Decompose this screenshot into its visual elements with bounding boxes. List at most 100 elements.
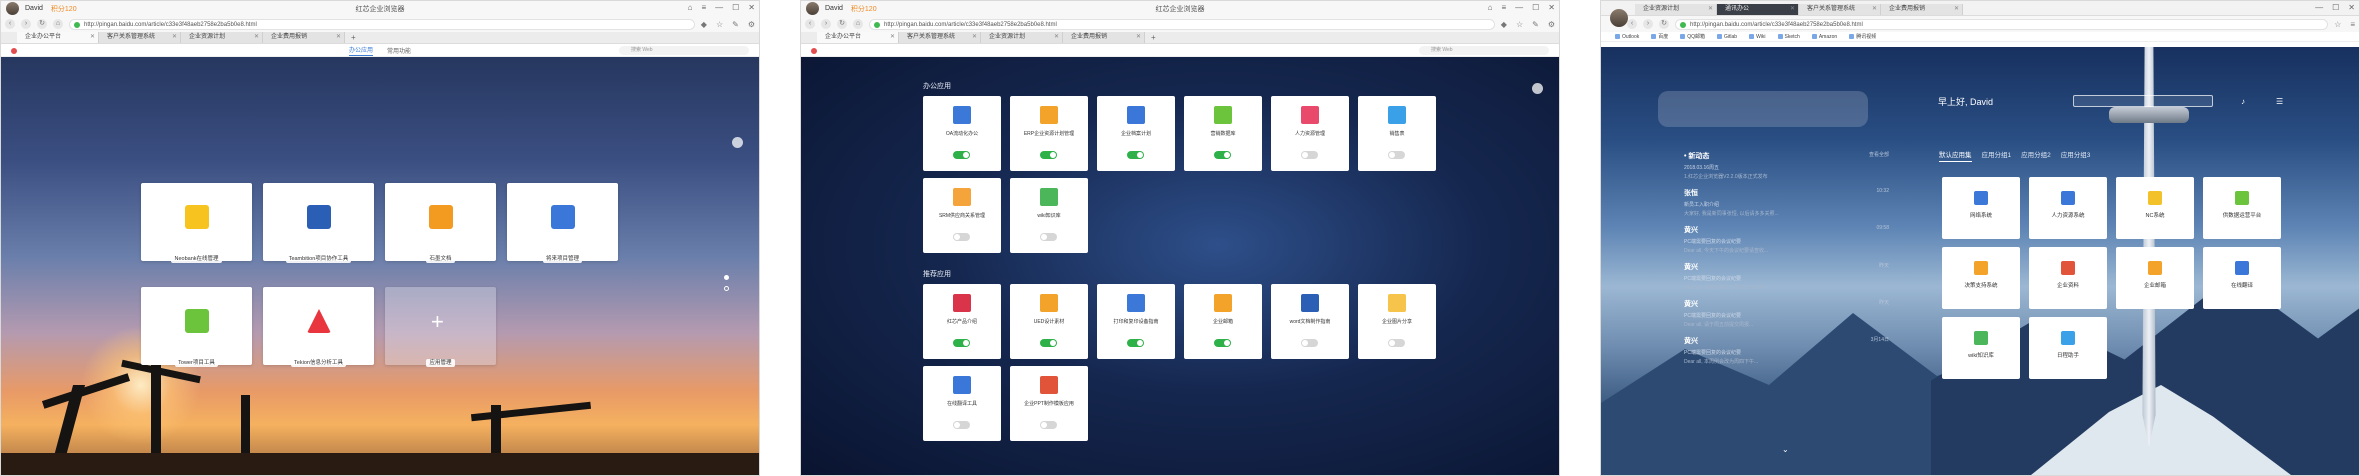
tab-4[interactable]: 企业费用报销 ✕ <box>263 32 345 43</box>
app-card[interactable]: 人力资源管理 <box>1271 96 1349 171</box>
extension-icon[interactable]: ◆ <box>1501 20 1507 29</box>
app-card[interactable]: word文档制作指南 <box>1271 284 1349 359</box>
close-icon[interactable]: ✕ <box>1054 32 1059 43</box>
app-card[interactable]: wiki知识库 <box>1010 178 1088 253</box>
menu-icon[interactable]: ≡ <box>2350 20 2355 29</box>
app-toggle[interactable] <box>953 421 970 429</box>
minimize-icon[interactable]: — <box>1515 3 1523 12</box>
app-card[interactable]: Neobank在线管理 <box>141 183 252 263</box>
app-card[interactable]: 企业资料 <box>2029 247 2107 309</box>
maximize-icon[interactable]: ☐ <box>1532 3 1539 12</box>
settings-icon[interactable]: ⚙ <box>748 20 755 29</box>
close-icon[interactable]: ✕ <box>2348 3 2355 12</box>
app-card[interactable]: 决策支持系统 <box>1942 247 2020 309</box>
app-card[interactable]: 打印和复印设备指南 <box>1097 284 1175 359</box>
bell-icon[interactable]: ♪ <box>2241 97 2245 106</box>
avatar[interactable] <box>6 2 19 15</box>
app-card[interactable]: Teambition项目协作工具 <box>263 183 374 263</box>
app-card[interactable]: 日程助手 <box>2029 317 2107 379</box>
maximize-icon[interactable]: ☐ <box>2332 3 2339 12</box>
reload-icon[interactable]: ↻ <box>37 19 47 29</box>
subnav-common[interactable]: 常用功能 <box>387 46 411 55</box>
bookmark[interactable]: Wiki <box>1749 34 1765 40</box>
app-card[interactable]: 企业邮箱 <box>1184 284 1262 359</box>
app-group-tab[interactable]: 默认应用集 <box>1939 149 1972 162</box>
app-toggle[interactable] <box>953 151 970 159</box>
tools-icon[interactable]: ✎ <box>1532 20 1539 29</box>
close-icon[interactable]: ✕ <box>336 32 341 43</box>
search-input[interactable] <box>2073 95 2213 107</box>
close-icon[interactable]: ✕ <box>1548 3 1555 12</box>
app-toggle[interactable] <box>953 339 970 347</box>
app-card[interactable]: 企业图片分享 <box>1358 284 1436 359</box>
back-icon[interactable] <box>1532 83 1543 94</box>
close-icon[interactable]: ✕ <box>254 32 259 43</box>
app-card[interactable]: UED设计素材 <box>1010 284 1088 359</box>
feed-item[interactable]: 黄兴 昨天 PC端需要回复的会议纪要 Dear all, 请于周五前提交周报..… <box>1684 299 1889 328</box>
app-toggle[interactable] <box>1214 339 1231 347</box>
bookmark[interactable]: 腾讯视频 <box>1849 33 1876 40</box>
app-card[interactable]: 人力资源系统 <box>2029 177 2107 239</box>
app-card[interactable]: 红芯产品介绍 <box>923 284 1001 359</box>
page-dot[interactable] <box>724 286 729 291</box>
close-icon[interactable]: ✕ <box>890 32 895 43</box>
home-icon[interactable]: ⌂ <box>53 19 63 29</box>
app-toggle[interactable] <box>1040 151 1057 159</box>
app-group-tab[interactable]: 应用分组2 <box>2021 149 2051 162</box>
close-icon[interactable]: ✕ <box>1136 32 1141 43</box>
settings-icon[interactable] <box>732 137 743 148</box>
extension-icon[interactable]: ◆ <box>701 20 707 29</box>
bookmark[interactable]: Outlook <box>1615 34 1639 40</box>
close-icon[interactable]: ✕ <box>1790 4 1795 15</box>
star-icon[interactable]: ☆ <box>2334 20 2341 29</box>
close-icon[interactable]: ✕ <box>1872 4 1877 15</box>
star-icon[interactable]: ☆ <box>716 20 723 29</box>
app-card[interactable]: 营销数据库 <box>1184 96 1262 171</box>
tab-1[interactable]: 企业办公平台 ✕ <box>817 32 899 43</box>
app-card[interactable]: Tower项目工具 <box>141 287 252 367</box>
minimize-icon[interactable]: — <box>715 3 723 12</box>
add-app-card[interactable]: + 应用管理 <box>385 287 496 367</box>
bookmark[interactable]: Sketch <box>1778 34 1800 40</box>
app-toggle[interactable] <box>1040 339 1057 347</box>
menu-icon[interactable]: ≡ <box>1501 3 1506 12</box>
bell-icon[interactable]: ⌂ <box>688 3 693 12</box>
app-card[interactable]: 企业档案计划 <box>1097 96 1175 171</box>
app-card[interactable]: OA流动化办公 <box>923 96 1001 171</box>
app-toggle[interactable] <box>1127 151 1144 159</box>
tab-2[interactable]: 客户关系管理系统 ✕ <box>899 32 981 43</box>
tab-4[interactable]: 企业费用报销 ✕ <box>1063 32 1145 43</box>
close-icon[interactable]: ✕ <box>972 32 977 43</box>
app-card[interactable]: 销售表 <box>1358 96 1436 171</box>
feed-item[interactable]: 黄兴 昨天 PC端需要回复的会议纪要 Dear all, 请各位确认本周的工作安… <box>1684 262 1889 291</box>
close-icon[interactable]: ✕ <box>748 3 755 12</box>
tab-2[interactable]: 客户关系管理系统 ✕ <box>99 32 181 43</box>
bookmark[interactable]: 百度 <box>1651 33 1668 40</box>
close-icon[interactable]: ✕ <box>90 32 95 43</box>
app-card[interactable]: ERP企业资源计划管理 <box>1010 96 1088 171</box>
feed-item[interactable]: 黄兴 3月14日 PC端需要回复的会议纪要 Dear all, 本周例会改为周四… <box>1684 336 1889 365</box>
star-icon[interactable]: ☆ <box>1516 20 1523 29</box>
page-dot[interactable] <box>724 275 729 280</box>
forward-icon[interactable]: › <box>821 19 831 29</box>
back-icon[interactable]: ‹ <box>805 19 815 29</box>
tab-1[interactable]: 企业办公平台 ✕ <box>17 32 99 43</box>
bookmark[interactable]: Gitlab <box>1717 34 1737 40</box>
new-tab-icon[interactable]: + <box>1145 32 1162 43</box>
subnav-apps[interactable]: 办公应用 <box>348 45 373 56</box>
avatar[interactable] <box>806 2 819 15</box>
feed-item[interactable]: 黄兴 09:58 PC端需要回复的会议纪要 Dear all, 今天下午的会议纪… <box>1684 225 1889 254</box>
address-bar[interactable]: http://pingan.baidu.com/article/c33e3f48… <box>869 18 1495 30</box>
avatar[interactable] <box>1610 9 1628 27</box>
app-toggle[interactable] <box>1214 151 1231 159</box>
menu-icon[interactable]: ≡ <box>701 3 706 12</box>
app-toggle[interactable] <box>1040 233 1057 241</box>
close-icon[interactable]: ✕ <box>1708 4 1713 15</box>
app-card[interactable]: wiki知识库 <box>1942 317 2020 379</box>
weather-widget[interactable] <box>1658 91 1868 127</box>
minimize-icon[interactable]: — <box>2315 3 2323 12</box>
app-card[interactable]: 在线翻译 <box>2203 247 2281 309</box>
bookmark[interactable]: QQ邮箱 <box>1680 33 1705 40</box>
app-card[interactable]: NC系统 <box>2116 177 2194 239</box>
close-icon[interactable]: ✕ <box>172 32 177 43</box>
